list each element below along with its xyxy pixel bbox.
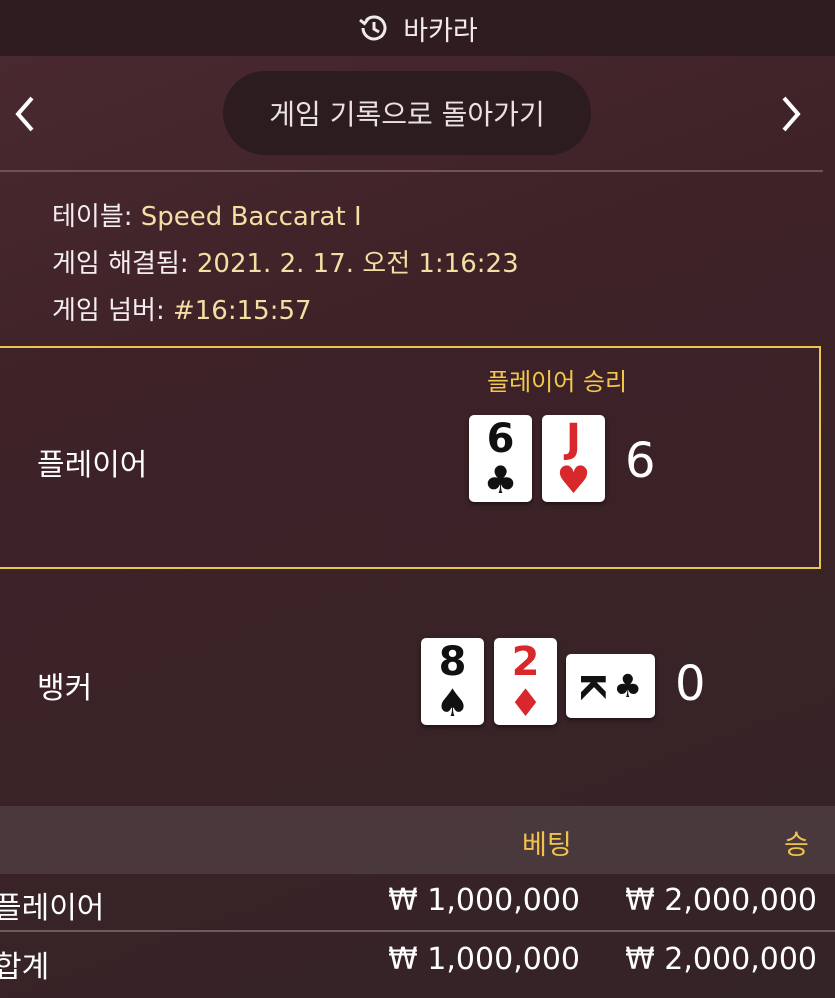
- table-info-line: 테이블: Speed Baccarat I: [52, 194, 519, 241]
- game-info: 테이블: Speed Baccarat I 게임 해결됨: 2021. 2. 1…: [52, 194, 519, 335]
- player-card-1: 6 ♣: [469, 415, 532, 502]
- total-row-win: ₩ 2,000,000: [625, 942, 817, 977]
- resolved-value: 2021. 2. 17. 오전 1:16:23: [196, 249, 519, 279]
- resolved-info-line: 게임 해결됨: 2021. 2. 17. 오전 1:16:23: [52, 241, 519, 288]
- title-bar: 바카라: [0, 0, 835, 56]
- number-info-line: 게임 넘버: #16:15:57: [52, 288, 519, 335]
- banker-card-2: 2 ♦: [494, 638, 557, 725]
- row-divider: [0, 930, 835, 932]
- bets-row-label: 플레이어: [0, 891, 105, 926]
- banker-label: 뱅커: [37, 671, 93, 706]
- bets-row-win: ₩ 2,000,000: [625, 883, 817, 918]
- bets-table-header: [0, 806, 835, 874]
- club-icon: ♣: [613, 667, 643, 705]
- chevron-right-icon: [782, 96, 801, 132]
- player-score: 6: [625, 433, 656, 489]
- card-rank: 8: [438, 638, 467, 685]
- total-row-label: 합계: [0, 950, 50, 985]
- heart-icon: ♥: [556, 457, 591, 502]
- club-icon: ♣: [483, 457, 518, 502]
- resolved-label: 게임 해결됨:: [52, 249, 197, 279]
- winner-label: 플레이어 승리: [487, 368, 628, 396]
- divider: [0, 170, 823, 172]
- card-rank: 6: [486, 415, 515, 462]
- diamond-icon: ♦: [508, 680, 543, 725]
- bets-row-bet: ₩ 1,000,000: [388, 883, 580, 918]
- next-game-button[interactable]: [766, 84, 816, 144]
- player-label: 플레이어: [37, 448, 148, 483]
- player-card-2: J ♥: [542, 415, 605, 502]
- banker-score: 0: [675, 656, 706, 712]
- bet-column-header: 베팅: [522, 830, 572, 861]
- prev-game-button[interactable]: [0, 84, 50, 144]
- table-value: Speed Baccarat I: [140, 202, 362, 232]
- banker-card-1: 8 ♠: [421, 638, 484, 725]
- win-column-header: 승: [784, 830, 809, 861]
- banker-card-3: K ♣: [566, 654, 655, 718]
- history-icon: [359, 15, 387, 41]
- back-to-history-button[interactable]: 게임 기록으로 돌아가기: [223, 71, 591, 155]
- nav-row: 게임 기록으로 돌아가기: [0, 56, 835, 171]
- card-rank: 2: [511, 638, 540, 685]
- card-rank: J: [566, 415, 581, 462]
- game-number-value: #16:15:57: [172, 296, 312, 326]
- table-label: 테이블:: [52, 202, 141, 232]
- total-row-bet: ₩ 1,000,000: [388, 942, 580, 977]
- spade-icon: ♠: [435, 680, 470, 725]
- game-number-label: 게임 넘버:: [52, 296, 173, 326]
- chevron-left-icon: [15, 96, 34, 132]
- page-title: 바카라: [403, 15, 478, 47]
- card-rank: K: [572, 672, 613, 700]
